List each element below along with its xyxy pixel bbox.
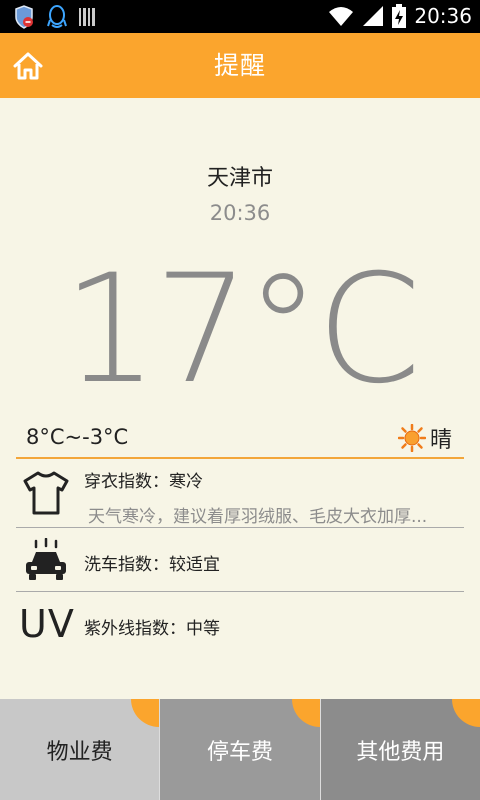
uv-index-title: 紫外线指数：中等 <box>84 619 220 639</box>
divider <box>16 527 464 528</box>
other-fees-label: 其他费用 <box>356 739 445 765</box>
update-time: 20:36 <box>209 201 271 225</box>
city-name: 天津市 <box>206 166 273 191</box>
clothing-index-title: 穿衣指数：寒冷 <box>84 472 203 492</box>
uv-icon: UV <box>19 602 75 646</box>
page-title: 提醒 <box>213 51 266 80</box>
home-icon[interactable] <box>12 51 44 81</box>
other-fees-button[interactable]: 其他费用 <box>319 699 480 800</box>
car-wash-index-title: 洗车指数：较适宜 <box>84 555 220 575</box>
parking-fee-button[interactable]: 停车费 <box>159 699 320 800</box>
corner-badge <box>291 699 320 727</box>
security-shield-icon <box>15 5 33 29</box>
sun-icon <box>397 424 426 452</box>
status-time: 20:36 <box>414 4 472 28</box>
status-bar-left-icons <box>12 5 96 29</box>
car-wash-icon <box>26 538 66 580</box>
battery-charging-icon <box>392 4 407 28</box>
property-fee-label: 物业费 <box>46 739 113 765</box>
parking-fee-label: 停车费 <box>206 739 273 765</box>
clothing-index-description: 天气寒冷，建议着厚羽绒服、毛皮大衣加厚... <box>88 507 428 527</box>
corner-badge <box>451 699 480 727</box>
corner-badge <box>131 699 160 727</box>
barcode-icon <box>79 8 95 26</box>
status-bar: 20:36 <box>0 0 480 33</box>
title-bar: 提醒 <box>0 33 480 98</box>
divider <box>16 591 464 592</box>
qq-icon <box>47 5 67 28</box>
weather-condition-label: 晴 <box>429 428 452 453</box>
status-bar-right-icons: 20:36 <box>328 4 472 28</box>
property-fee-button[interactable]: 物业费 <box>0 699 160 800</box>
weather-condition: 晴 <box>397 422 452 454</box>
tshirt-icon <box>23 471 69 515</box>
wifi-icon <box>329 7 354 26</box>
bottom-button-bar: 物业费 停车费 其他费用 <box>0 699 480 800</box>
temperature-range: 8°C~-3°C <box>26 425 129 449</box>
signal-icon <box>363 6 384 26</box>
current-temperature: 17°C <box>62 243 422 417</box>
divider <box>16 457 464 459</box>
